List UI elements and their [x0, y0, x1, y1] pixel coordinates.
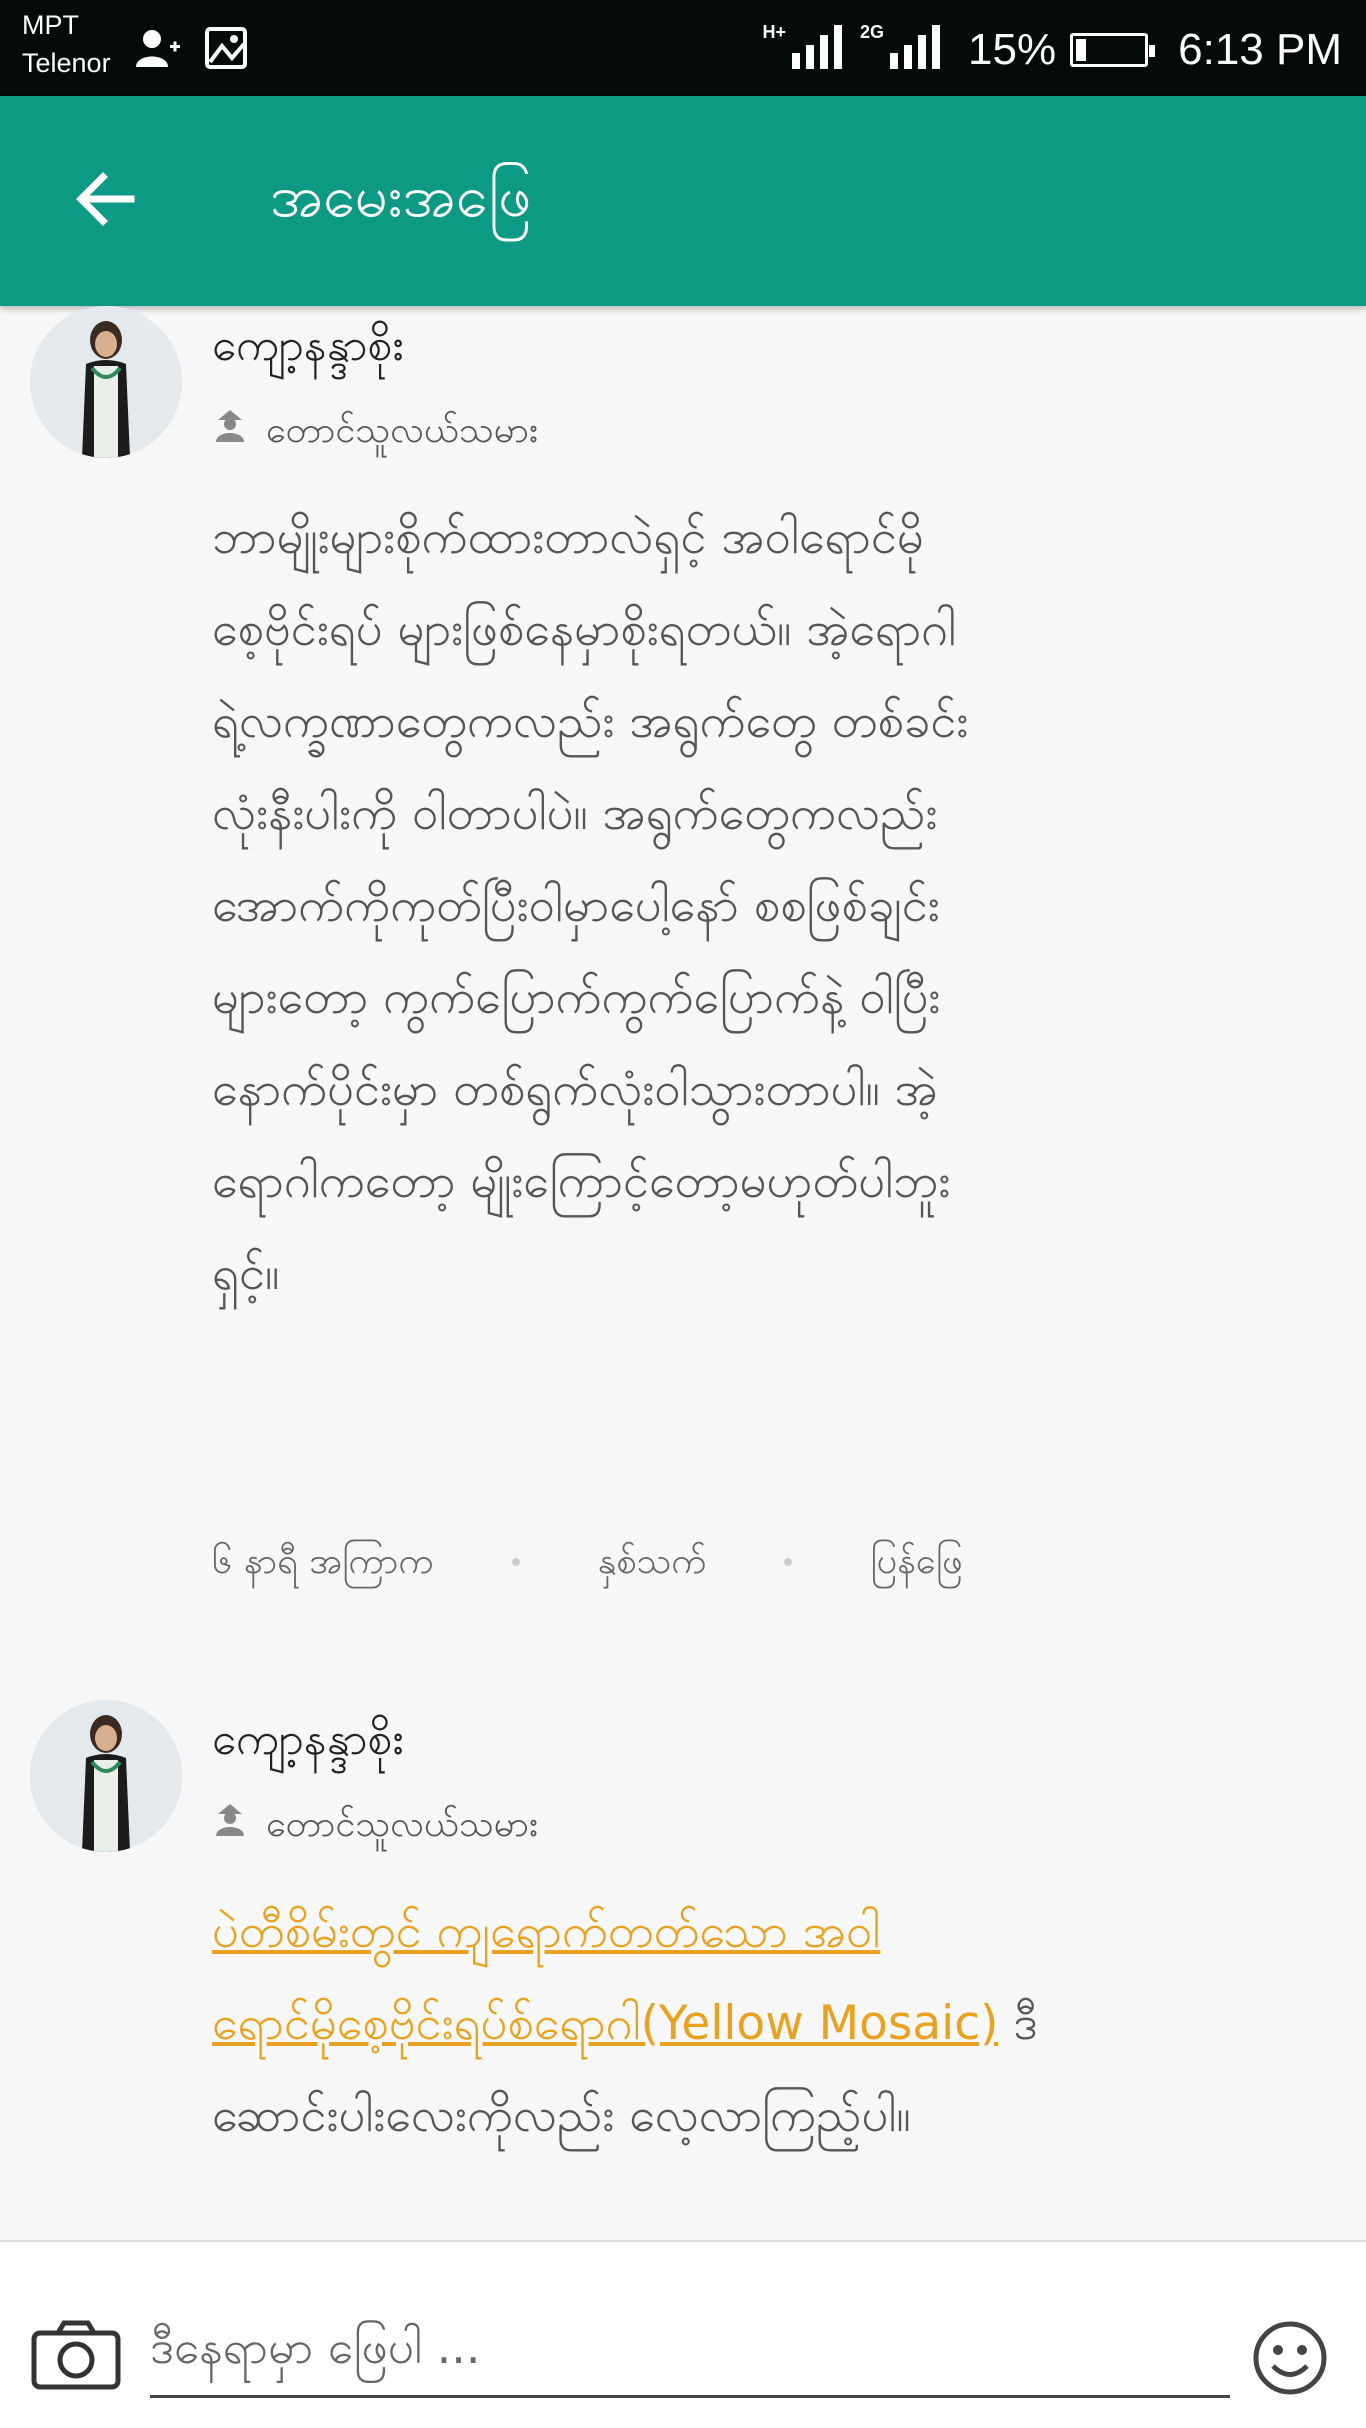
avatar[interactable]: [30, 306, 182, 458]
camera-button[interactable]: [26, 2316, 126, 2396]
image-notification-icon: [204, 26, 248, 74]
signal-icon: [890, 23, 944, 78]
comment-line: အောက်ကိုကုတ်ပြီးဝါမှာပေါ့နော် စစဖြစ်ချင်…: [212, 878, 940, 933]
comment-line: ဘာမျိုးများစိုက်ထားတာလဲရှင့် အဝါရောင်မို: [212, 510, 924, 565]
farmer-icon: [212, 1800, 248, 1850]
separator-dot: [784, 1558, 793, 1566]
app-bar: အမေးအဖြေ: [0, 96, 1366, 306]
farmer-icon: [212, 406, 248, 456]
emoji-button[interactable]: [1248, 2318, 1332, 2402]
comment-line: လုံးနီးပါးကို ဝါတာပါပဲ။ အရွက်တွေကလည်း: [212, 786, 938, 841]
comment-line: များတော့ ကွက်ပြောက်ကွက်ပြောက်နဲ့ ဝါပြီး: [212, 970, 941, 1025]
article-link[interactable]: ပဲတီစိမ်းတွင် ကျရောက်တတ်သော အဝါ: [212, 1904, 880, 1959]
comment-text-fragment: ဒီ: [998, 1996, 1038, 2051]
comment-line: ဆောင်းပါးလေးကိုလည်း လေ့လာကြည့်ပါ။: [212, 2088, 911, 2143]
battery-fill: [1076, 39, 1087, 61]
camera-icon: [30, 2317, 122, 2395]
reply-button[interactable]: ပြန်ဖြေ: [870, 1532, 962, 1592]
carrier-secondary: Telenor: [22, 48, 111, 78]
network-type-1: H+: [762, 21, 787, 42]
author-name[interactable]: ကျော့နန္ဒာစိုး: [212, 1710, 404, 1770]
comment-line: ရှင့်။: [212, 1246, 280, 1301]
comment-line: နောက်ပိုင်းမှာ တစ်ရွက်လုံးဝါသွားတာပါ။ အဲ…: [212, 1062, 938, 1117]
comment-line: စေ့ဗိုင်းရပ် များဖြစ်နေမှာစိုးရတယ်။ အဲ့ရ…: [212, 602, 957, 657]
battery-icon: [1070, 33, 1156, 67]
comment-text: ပဲတီစိမ်းတွင် ကျရောက်တတ်သော အဝါ ရောင်မို…: [212, 1886, 1332, 2162]
comment-line: ရောင်မိုစေ့ဗိုင်းရပ်စ်ရောဂါ(Yellow Mosai…: [212, 1978, 1332, 2070]
back-button[interactable]: [60, 156, 150, 246]
status-bar: MPT Telenor H+ 2G 15% 6:13 PM: [0, 0, 1366, 96]
comment-line: ရောဂါကတော့ မျိုးကြောင့်တော့မဟုတ်ပါဘူး: [212, 1154, 951, 1209]
status-indicators: H+ 2G 15% 6:13 PM: [763, 20, 1342, 80]
carrier-primary: MPT: [22, 10, 79, 40]
avatar[interactable]: [30, 1700, 182, 1852]
comment-timestamp: ၆ နာရီ အကြာက: [212, 1541, 434, 1582]
notification-icons: [134, 26, 248, 74]
article-link[interactable]: ရောင်မိုစေ့ဗိုင်းရပ်စ်ရောဂါ(Yellow Mosai…: [212, 1996, 998, 2051]
author-role: တောင်သူလယ်သမား: [212, 406, 538, 456]
clock: 6:13 PM: [1178, 25, 1342, 74]
comment-meta: ၆ နာရီ အကြာက နှစ်သက် ပြန်ဖြေ: [212, 1532, 963, 1592]
author-name[interactable]: ကျော့နန္ဒာစိုး: [212, 316, 404, 376]
separator-dot: [511, 1558, 520, 1566]
signal-icon: [792, 23, 846, 78]
add-contact-icon: [134, 27, 182, 73]
emoji-icon: [1251, 2319, 1329, 2401]
author-role-label: တောင်သူလယ်သမား: [266, 1804, 539, 1845]
comment-line: ရဲ့လက္ခဏာတွေကလည်း အရွက်တွေ တစ်ခင်း: [212, 694, 969, 749]
reply-input-bar: [0, 2240, 1366, 2428]
author-role: တောင်သူလယ်သမား: [212, 1800, 538, 1850]
carrier-info: MPT Telenor: [22, 6, 111, 82]
network-type-2: 2G: [860, 21, 885, 42]
reply-input[interactable]: [150, 2298, 1230, 2398]
comment-line: ပဲတီစိမ်းတွင် ကျရောက်တတ်သော အဝါ: [212, 1886, 1332, 1978]
author-role-label: တောင်သူလယ်သမား: [266, 410, 539, 451]
like-button[interactable]: နှစ်သက်: [598, 1532, 707, 1592]
comment-text: ဘာမျိုးများစိုက်ထားတာလဲရှင့် အဝါရောင်မို…: [212, 492, 1332, 1320]
page-title: အမေးအဖြေ: [270, 162, 532, 230]
battery-percent: 15%: [968, 25, 1057, 74]
arrow-back-icon: [73, 167, 137, 235]
